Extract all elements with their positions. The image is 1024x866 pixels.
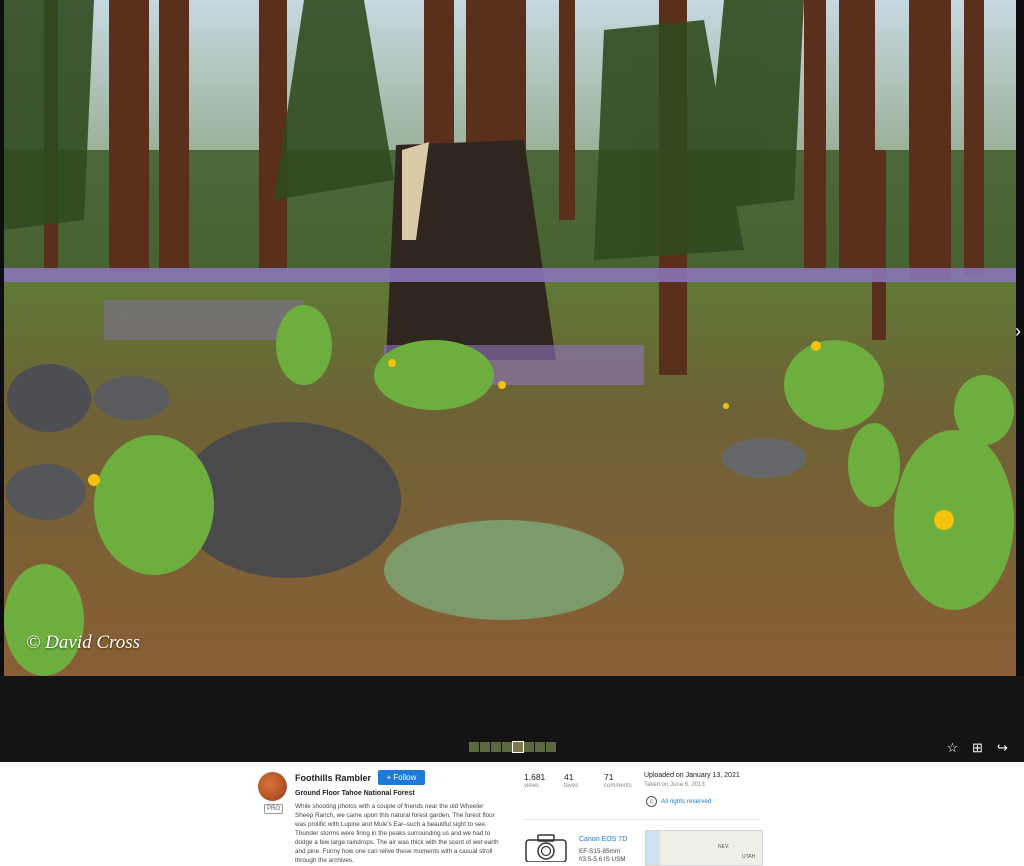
stat-label: faves: [564, 783, 579, 789]
stat-label: comments: [604, 783, 632, 789]
copyright-icon: c: [646, 796, 657, 807]
stat-value: 71: [604, 772, 614, 782]
author-name[interactable]: Foothills Rambler: [295, 773, 371, 783]
next-photo-icon[interactable]: ›: [1015, 320, 1024, 342]
photo-viewer: © David Cross › ☆ ⊞ ↪ ⤓: [0, 0, 1024, 762]
location-map[interactable]: NEV. UTAH: [645, 830, 763, 866]
avatar[interactable]: [258, 772, 287, 801]
license-label: All rights reserved: [661, 798, 712, 805]
filmstrip-thumb-current[interactable]: [512, 741, 524, 753]
stat-comments[interactable]: 71 comments: [604, 772, 644, 789]
filmstrip-thumb[interactable]: [546, 742, 556, 752]
photo-watermark: © David Cross: [26, 632, 141, 653]
stat-views: 1,681 views: [524, 772, 564, 789]
share-icon[interactable]: ↪: [996, 740, 1009, 755]
add-to-album-icon[interactable]: ⊞: [971, 740, 984, 755]
photo-filmstrip: [469, 741, 556, 753]
stat-value: 1,681: [524, 772, 546, 782]
follow-button[interactable]: + Follow: [378, 770, 425, 785]
photo-description: While shooting photos with a couple of f…: [295, 803, 499, 864]
upload-date: Uploaded on January 13, 2021: [644, 772, 740, 779]
filmstrip-thumb[interactable]: [535, 742, 545, 752]
lens-model: EF-S15-85mm: [579, 848, 620, 855]
license-link[interactable]: c All rights reserved: [646, 796, 711, 807]
star-icon[interactable]: ☆: [946, 740, 959, 755]
plus-icon: +: [386, 773, 392, 782]
filmstrip-thumb[interactable]: [469, 742, 479, 752]
main-photo[interactable]: © David Cross: [4, 0, 1016, 676]
divider: [524, 819, 760, 820]
forest-scene-image: [4, 0, 1016, 676]
filmstrip-thumb[interactable]: [524, 742, 534, 752]
camera-model-link[interactable]: Canon EOS 7D: [579, 836, 627, 843]
viewer-action-bar: ☆ ⊞ ↪ ⤓: [946, 740, 1024, 755]
map-label-nevada: NEV.: [718, 844, 730, 850]
map-land: [660, 831, 762, 865]
stat-value: 41: [564, 772, 574, 782]
pro-badge: PRO: [264, 804, 284, 814]
filmstrip-thumb[interactable]: [502, 742, 512, 752]
filmstrip-thumb[interactable]: [491, 742, 501, 752]
taken-date[interactable]: Taken on June 6, 2013: [644, 782, 705, 788]
follow-label: Follow: [393, 773, 417, 782]
camera-icon: [525, 834, 567, 862]
photo-info-panel: PRO Foothills Rambler + Follow Ground Fl…: [0, 762, 1024, 866]
map-label-utah: UTAH: [742, 854, 756, 860]
filmstrip-thumb[interactable]: [480, 742, 490, 752]
stat-faves[interactable]: 41 faves: [564, 772, 604, 789]
stat-label: views: [524, 783, 540, 789]
photo-stats: 1,681 views 41 faves 71 comments: [524, 772, 644, 789]
photo-title: Ground Floor Tahoe National Forest: [295, 790, 415, 797]
